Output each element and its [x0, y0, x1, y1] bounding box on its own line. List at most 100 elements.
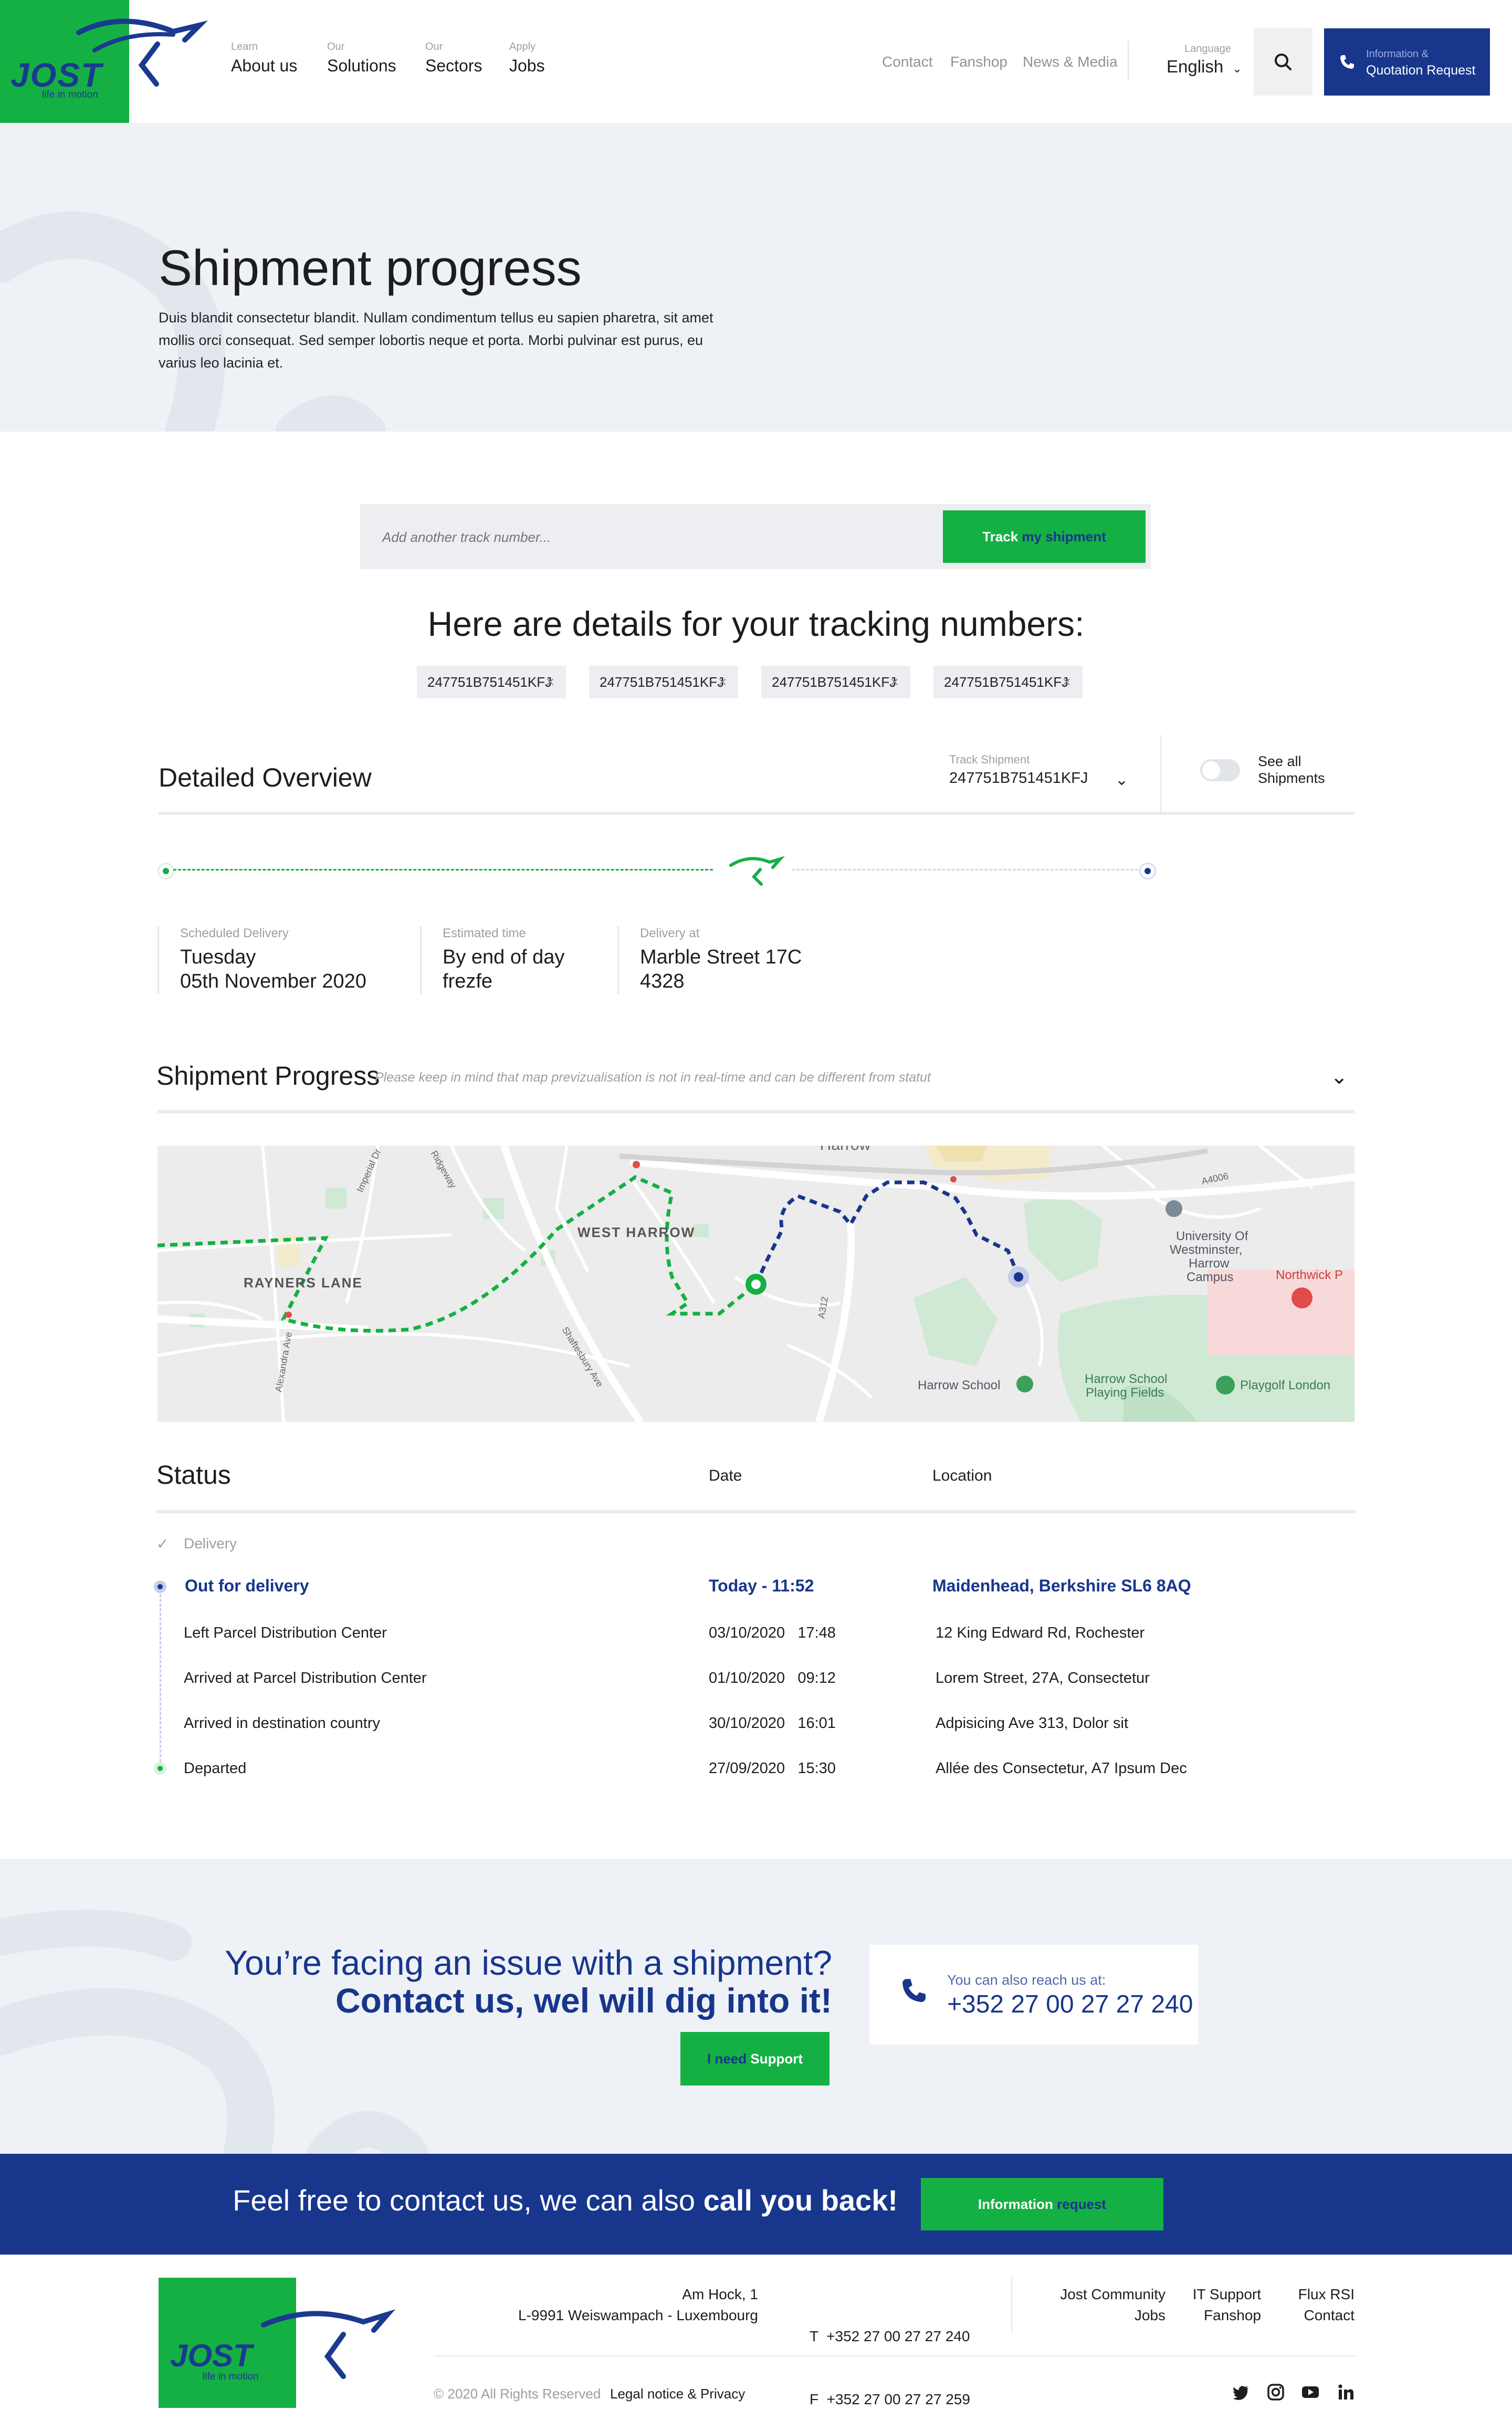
- close-icon[interactable]: ×: [546, 666, 554, 698]
- search-button[interactable]: [1254, 28, 1312, 96]
- quotation-request-button[interactable]: Information & Quotation Request: [1324, 28, 1490, 96]
- support-section: You’re facing an issue with a shipment? …: [0, 1859, 1512, 2154]
- map-label-university: Campus: [1186, 1270, 1233, 1284]
- scheduled-delivery-info: Scheduled Delivery Tuesday 05th November…: [158, 926, 366, 994]
- map-label-harrow: Harrow: [820, 1146, 871, 1154]
- logo-tagline: life in motion: [42, 89, 98, 100]
- overview-divider: [1160, 735, 1161, 814]
- tracking-chip[interactable]: 247751B751451KFJ ×: [761, 666, 910, 698]
- date-cell: 01/10/2020 09:12: [709, 1670, 836, 1686]
- instagram-icon[interactable]: [1266, 2383, 1285, 2402]
- details-heading: Here are details for your tracking numbe…: [427, 604, 1085, 643]
- phone-icon: [902, 1979, 926, 2002]
- footer-link-jobs[interactable]: Jobs: [1029, 2305, 1166, 2326]
- map-canvas: Harrow WEST HARROW RAYNERS LANE Universi…: [158, 1146, 1354, 1422]
- copyright-text: © 2020 All Rights Reserved: [434, 2386, 601, 2402]
- status-cell: Arrived in destination country: [184, 1715, 380, 1732]
- support-button-label-highlight: Support: [750, 2051, 803, 2067]
- phone-label: You can also reach us at:: [947, 1972, 1106, 1988]
- track-shipment-label: Track Shipment: [949, 753, 1030, 766]
- track-shipment-value: 247751B751451KFJ: [949, 770, 1088, 787]
- date-column-header: Date: [709, 1467, 742, 1484]
- tracking-chip-label: 247751B751451KFJ: [944, 674, 1069, 690]
- footer-logo[interactable]: JOST life in motion: [159, 2278, 396, 2408]
- section-rule: [158, 1110, 1354, 1113]
- site-header: JOST life in motion Learn About us Our S…: [0, 0, 1512, 123]
- twitter-icon[interactable]: [1232, 2383, 1251, 2402]
- linkedin-icon[interactable]: [1337, 2383, 1356, 2402]
- language-select[interactable]: English ⌄: [1167, 57, 1242, 77]
- location-cell: Lorem Street, 27A, Consectetur: [936, 1670, 1150, 1686]
- quote-small-label: Information &: [1366, 48, 1429, 60]
- date-cell: 30/10/2020 16:01: [709, 1715, 836, 1732]
- tracking-chip[interactable]: 247751B751451KFJ ×: [933, 666, 1083, 698]
- timeline-dot-start: [154, 1762, 166, 1775]
- timeline-line: [160, 1594, 161, 1762]
- progress-start-dot: [158, 863, 174, 879]
- nav-label: Solutions: [327, 56, 396, 75]
- header-divider: [1128, 41, 1129, 81]
- chevron-down-icon[interactable]: ⌄: [1330, 1065, 1348, 1089]
- support-phone-link[interactable]: +352 27 00 27 27 240: [947, 1990, 1193, 2019]
- kangaroo-marker-icon: [729, 856, 785, 886]
- status-cell: Arrived at Parcel Distribution Center: [184, 1670, 427, 1686]
- see-all-toggle[interactable]: [1200, 759, 1240, 781]
- close-icon[interactable]: ×: [1063, 666, 1071, 698]
- footer-link-flux-rsi[interactable]: Flux RSI: [1276, 2284, 1354, 2305]
- map-label-northwick: Northwick P: [1276, 1268, 1343, 1282]
- util-fanshop-link[interactable]: Fanshop: [950, 54, 1007, 70]
- youtube-icon[interactable]: [1301, 2383, 1320, 2402]
- footer-link-contact[interactable]: Contact: [1276, 2305, 1355, 2326]
- nav-sectors[interactable]: Our Sectors: [425, 41, 482, 76]
- address-line: Am Hock, 1: [682, 2286, 758, 2302]
- location-column-header: Location: [932, 1467, 992, 1484]
- footer-links-col3: Flux RSI Contact: [1276, 2284, 1354, 2326]
- util-news-link[interactable]: News & Media: [1023, 54, 1118, 70]
- nav-label: About us: [231, 56, 298, 75]
- nav-jobs[interactable]: Apply Jobs: [509, 41, 545, 76]
- callback-button-label-highlight: request: [1057, 2196, 1107, 2212]
- information-request-button[interactable]: Information request: [921, 2178, 1163, 2230]
- track-number-input[interactable]: [381, 504, 919, 570]
- page-title: Shipment progress: [159, 240, 582, 296]
- progress-marker: [712, 846, 792, 894]
- logo-text: JOST: [10, 56, 103, 94]
- footer-rule: [434, 2355, 1356, 2356]
- status-cell: Out for delivery: [185, 1576, 309, 1595]
- track-shipment-button[interactable]: Track my shipment: [943, 510, 1146, 563]
- footer-link-it-support[interactable]: IT Support: [1176, 2284, 1261, 2305]
- callback-button-label: Information: [978, 2196, 1053, 2212]
- section-rule: [156, 1510, 1356, 1513]
- need-support-button[interactable]: I need Support: [680, 2032, 830, 2086]
- support-heading: You’re facing an issue with a shipment?: [225, 1943, 832, 1982]
- map-label-university: Westminster,: [1170, 1243, 1242, 1257]
- location-cell: Allée des Consectetur, A7 Ipsum Dec: [936, 1760, 1187, 1777]
- nav-about-us[interactable]: Learn About us: [231, 41, 297, 76]
- nav-small-label: Learn: [231, 41, 258, 53]
- map-label-university: Harrow: [1189, 1256, 1230, 1271]
- progress-end-dot: [1139, 863, 1156, 879]
- footer-link-fanshop[interactable]: Fanshop: [1176, 2305, 1261, 2326]
- nav-solutions[interactable]: Our Solutions: [327, 41, 396, 76]
- phone-line: F +352 27 00 27 27 259: [810, 2391, 970, 2407]
- tracking-chip[interactable]: 247751B751451KFJ ×: [417, 666, 566, 698]
- check-icon: ✓: [156, 1536, 169, 1552]
- legal-notice-link[interactable]: Legal notice & Privacy: [610, 2386, 745, 2402]
- footer-link-community[interactable]: Jost Community: [1029, 2284, 1166, 2305]
- info-line: Tuesday: [180, 946, 256, 968]
- shipment-map[interactable]: Harrow WEST HARROW RAYNERS LANE Universi…: [158, 1146, 1354, 1422]
- info-line: 05th November 2020: [180, 970, 366, 992]
- date-cell: Today - 11:52: [709, 1576, 814, 1595]
- info-label: Scheduled Delivery: [180, 926, 289, 940]
- chevron-down-icon: ⌄: [1232, 62, 1242, 75]
- info-line: frezfe: [443, 970, 493, 992]
- close-icon[interactable]: ×: [890, 666, 899, 698]
- close-icon[interactable]: ×: [718, 666, 727, 698]
- jost-logo[interactable]: JOST life in motion: [0, 0, 208, 123]
- language-value: English: [1167, 57, 1224, 76]
- tracking-chip[interactable]: 247751B751451KFJ ×: [589, 666, 738, 698]
- util-contact-link[interactable]: Contact: [882, 54, 933, 70]
- quote-label: Quotation Request: [1366, 63, 1476, 78]
- footer-divider: [1011, 2277, 1012, 2333]
- track-button-label: Track: [982, 529, 1018, 544]
